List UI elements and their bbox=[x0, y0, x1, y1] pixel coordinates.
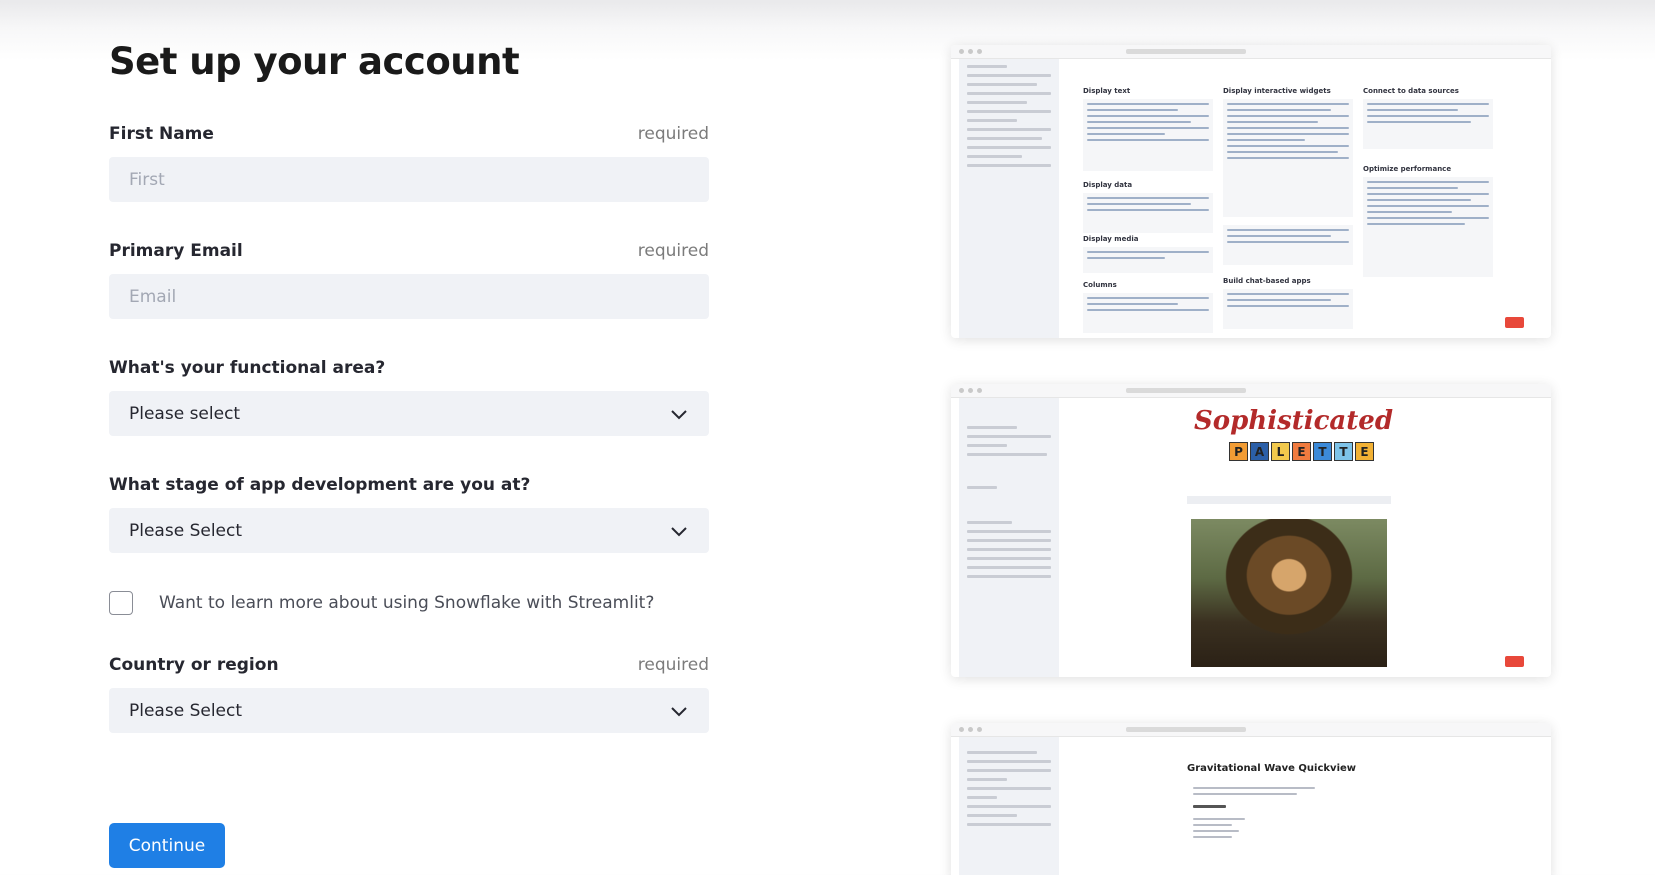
app-stage-value: Please Select bbox=[129, 520, 243, 541]
preview-heading: Columns bbox=[1083, 281, 1117, 289]
preview-browser-bar bbox=[951, 45, 1551, 59]
functional-area-label: What's your functional area? bbox=[109, 358, 386, 378]
chevron-down-icon bbox=[671, 526, 687, 536]
preview-sidebar bbox=[959, 59, 1059, 338]
preview-heading: Connect to data sources bbox=[1363, 87, 1459, 95]
streamlit-badge bbox=[1505, 656, 1524, 667]
preview-heading: Display data bbox=[1083, 181, 1133, 189]
preview-heading: Display interactive widgets bbox=[1223, 87, 1331, 95]
palette-title: Sophisticated bbox=[1194, 406, 1394, 436]
country-required: required bbox=[637, 655, 709, 675]
chevron-down-icon bbox=[671, 706, 687, 716]
streamlit-badge bbox=[1505, 317, 1524, 328]
preview-sophisticated-palette: Sophisticated P A L E T T E bbox=[951, 384, 1551, 677]
app-stage-select[interactable]: Please Select bbox=[109, 508, 709, 553]
page-title: Set up your account bbox=[109, 40, 520, 83]
palette-tile: E bbox=[1292, 442, 1311, 461]
snowflake-checkbox-row: Want to learn more about using Snowflake… bbox=[109, 591, 654, 615]
country-label: Country or region bbox=[109, 655, 279, 675]
first-name-label: First Name bbox=[109, 124, 214, 144]
gw-title: Gravitational Wave Quickview bbox=[1187, 763, 1357, 774]
app-stage-label-row: What stage of app development are you at… bbox=[109, 475, 709, 495]
preview-heading: Build chat-based apps bbox=[1223, 277, 1311, 285]
preview-sidebar bbox=[959, 398, 1059, 677]
functional-area-select[interactable]: Please select bbox=[109, 391, 709, 436]
preview-sidebar bbox=[959, 737, 1059, 875]
app-stage-label: What stage of app development are you at… bbox=[109, 475, 531, 495]
first-name-required: required bbox=[637, 124, 709, 144]
palette-tile: E bbox=[1355, 442, 1374, 461]
palette-tile: T bbox=[1313, 442, 1332, 461]
mona-lisa-image bbox=[1191, 519, 1387, 667]
palette-tile: A bbox=[1250, 442, 1269, 461]
functional-area-label-row: What's your functional area? bbox=[109, 358, 709, 378]
first-name-input[interactable] bbox=[109, 157, 709, 202]
preview-heading: Display media bbox=[1083, 235, 1139, 243]
palette-tiles: P A L E T T E bbox=[1229, 442, 1374, 461]
snowflake-checkbox-label[interactable]: Want to learn more about using Snowflake… bbox=[159, 593, 654, 613]
primary-email-required: required bbox=[637, 241, 709, 261]
palette-tile: P bbox=[1229, 442, 1248, 461]
primary-email-label: Primary Email bbox=[109, 241, 243, 261]
snowflake-checkbox[interactable] bbox=[109, 591, 133, 615]
preview-browser-bar bbox=[951, 384, 1551, 398]
preview-gravitational-wave: Gravitational Wave Quickview bbox=[951, 723, 1551, 875]
country-label-row: Country or region required bbox=[109, 655, 709, 675]
functional-area-value: Please select bbox=[129, 403, 241, 424]
chevron-down-icon bbox=[671, 409, 687, 419]
preview-cheat-sheet: Display text Display interactive widgets… bbox=[951, 45, 1551, 338]
palette-tile: T bbox=[1334, 442, 1353, 461]
preview-heading: Display text bbox=[1083, 87, 1131, 95]
continue-button[interactable]: Continue bbox=[109, 823, 225, 868]
country-select[interactable]: Please Select bbox=[109, 688, 709, 733]
preview-browser-bar bbox=[951, 723, 1551, 737]
first-name-label-row: First Name required bbox=[109, 124, 709, 144]
country-value: Please Select bbox=[129, 700, 243, 721]
palette-tile: L bbox=[1271, 442, 1290, 461]
preview-heading: Optimize performance bbox=[1363, 165, 1452, 173]
primary-email-input[interactable] bbox=[109, 274, 709, 319]
email-label-row: Primary Email required bbox=[109, 241, 709, 261]
